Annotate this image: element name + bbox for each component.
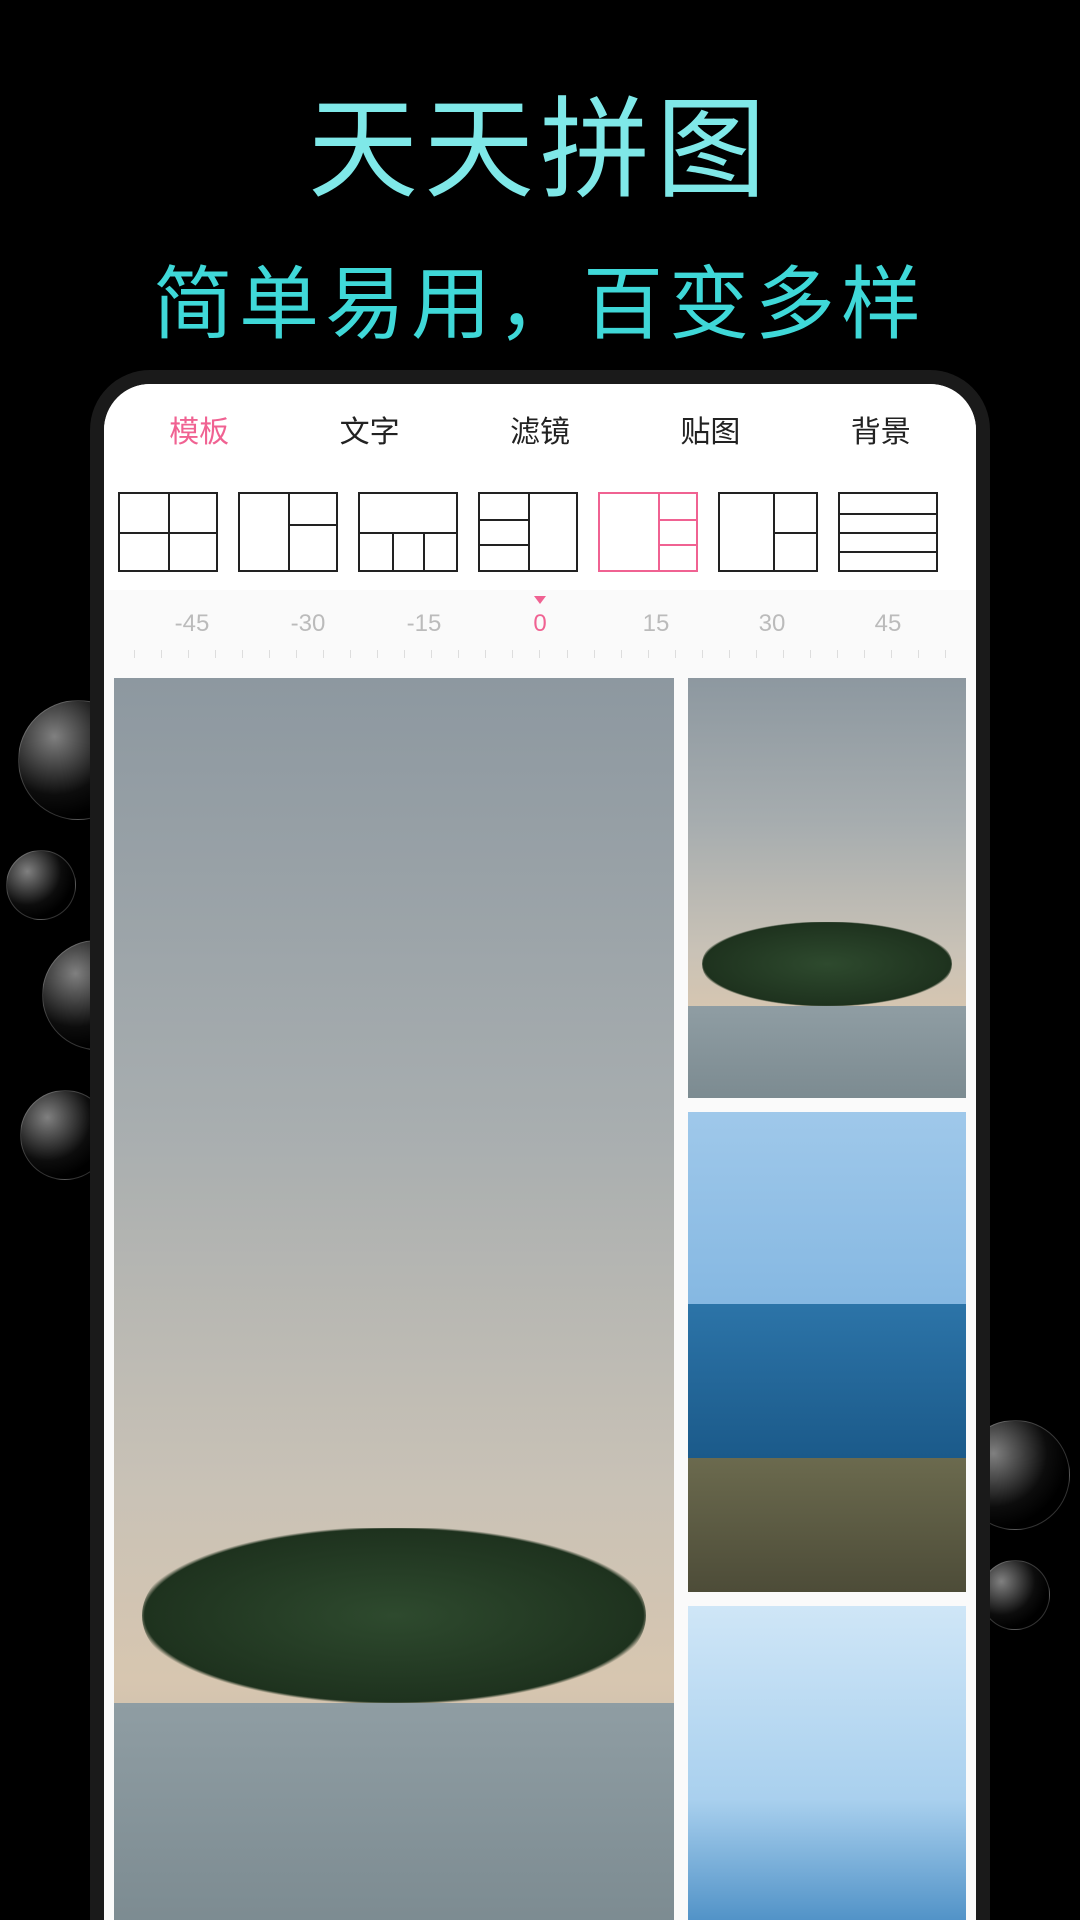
landscape-island: [142, 1528, 646, 1703]
template-option[interactable]: [118, 492, 218, 572]
template-list[interactable]: [104, 474, 976, 590]
template-option[interactable]: [478, 492, 578, 572]
template-option[interactable]: [238, 492, 338, 572]
landscape-water: [114, 1703, 674, 1920]
phone-frame: 模板 文字 滤镜 贴图 背景 -45 -30 -15 0 15: [90, 370, 990, 1920]
ruler-tick: -15: [366, 610, 482, 638]
collage-cell[interactable]: [688, 1606, 966, 1920]
editor-tabs: 模板 文字 滤镜 贴图 背景: [104, 384, 976, 474]
template-option[interactable]: [358, 492, 458, 572]
tab-filter[interactable]: 滤镜: [492, 397, 588, 461]
collage-canvas[interactable]: [104, 668, 976, 1920]
hero-title: 天天拼图: [0, 0, 1080, 220]
hero-subtitle: 简单易用，百变多样: [0, 220, 1080, 356]
ruler-current: 0: [482, 610, 598, 638]
bubble-decoration: [980, 1560, 1050, 1630]
ruler-tick: -45: [134, 610, 250, 638]
tab-background[interactable]: 背景: [833, 397, 929, 461]
tab-template[interactable]: 模板: [151, 397, 247, 461]
collage-cell[interactable]: [688, 1112, 966, 1592]
collage-cell[interactable]: [688, 678, 966, 1098]
ruler-tick: -30: [250, 610, 366, 638]
template-option[interactable]: [838, 492, 938, 572]
ruler-tick: 30: [714, 610, 830, 638]
collage-cell-main[interactable]: [114, 678, 674, 1920]
ruler-tick: 45: [830, 610, 946, 638]
tab-text[interactable]: 文字: [322, 397, 418, 461]
tab-sticker[interactable]: 贴图: [662, 397, 758, 461]
ruler-tick: 15: [598, 610, 714, 638]
template-option[interactable]: [718, 492, 818, 572]
landscape-rocks: [688, 1458, 966, 1592]
landscape-water: [688, 1006, 966, 1098]
landscape-sea: [688, 1304, 966, 1458]
landscape-island: [702, 922, 952, 1006]
template-option-selected[interactable]: [598, 492, 698, 572]
bubble-decoration: [6, 850, 76, 920]
rotation-ruler[interactable]: -45 -30 -15 0 15 30 45: [104, 590, 976, 668]
ruler-ticks: [134, 650, 946, 660]
